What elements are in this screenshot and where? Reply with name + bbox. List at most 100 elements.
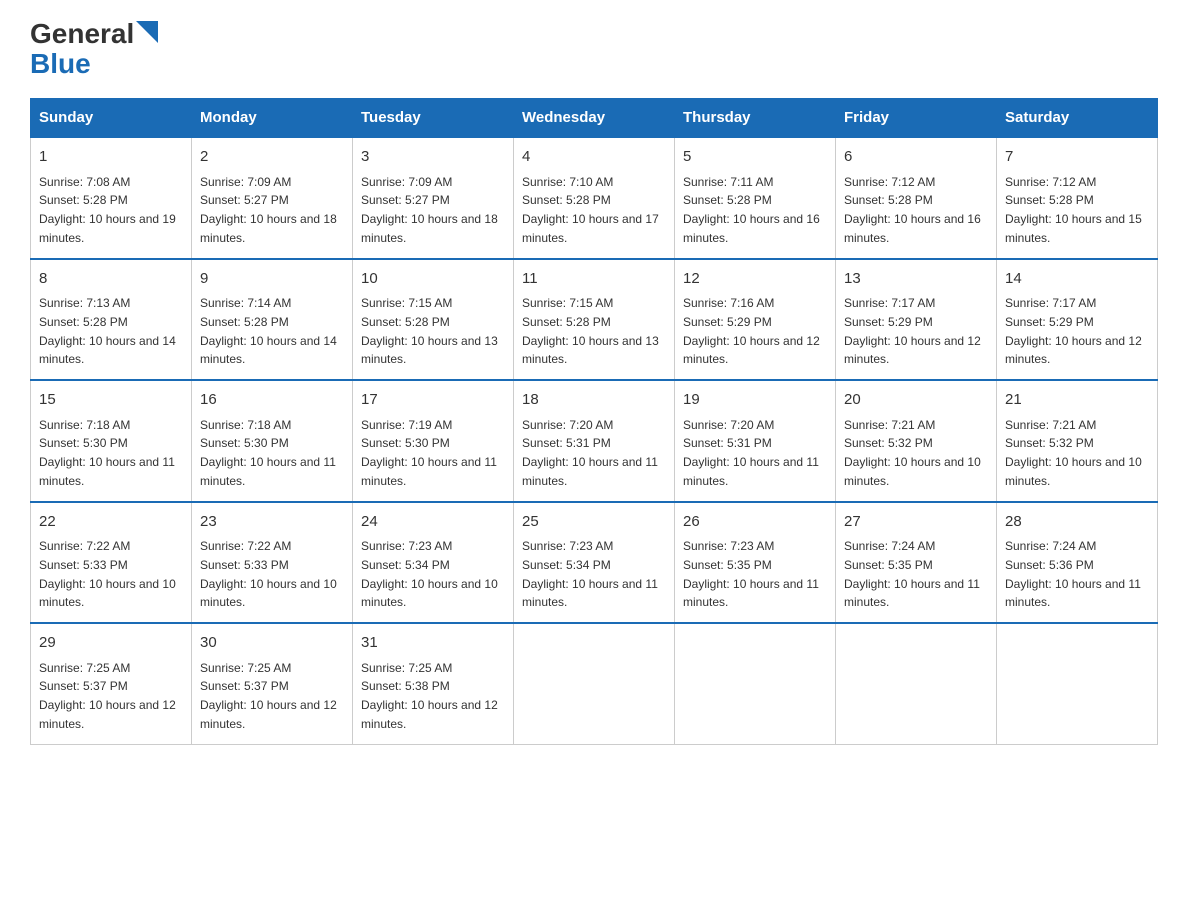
day-info: Sunrise: 7:21 AMSunset: 5:32 PMDaylight:…: [1005, 418, 1142, 488]
day-number: 25: [522, 511, 666, 534]
day-number: 28: [1005, 511, 1149, 534]
calendar-cell: 3 Sunrise: 7:09 AMSunset: 5:27 PMDaylight…: [353, 137, 514, 259]
calendar-cell: [997, 623, 1158, 744]
day-info: Sunrise: 7:24 AMSunset: 5:36 PMDaylight:…: [1005, 539, 1141, 609]
day-info: Sunrise: 7:09 AMSunset: 5:27 PMDaylight:…: [200, 175, 337, 245]
day-number: 30: [200, 632, 344, 655]
calendar-cell: 4 Sunrise: 7:10 AMSunset: 5:28 PMDaylight…: [514, 137, 675, 259]
calendar-cell: 26Sunrise: 7:23 AMSunset: 5:35 PMDayligh…: [675, 502, 836, 624]
day-number: 20: [844, 389, 988, 412]
calendar-cell: 9 Sunrise: 7:14 AMSunset: 5:28 PMDaylight…: [192, 259, 353, 381]
calendar-cell: 5 Sunrise: 7:11 AMSunset: 5:28 PMDaylight…: [675, 137, 836, 259]
calendar-header: SundayMondayTuesdayWednesdayThursdayFrid…: [31, 99, 1158, 138]
day-info: Sunrise: 7:08 AMSunset: 5:28 PMDaylight:…: [39, 175, 176, 245]
header: General Blue: [30, 20, 1158, 80]
day-info: Sunrise: 7:11 AMSunset: 5:28 PMDaylight:…: [683, 175, 820, 245]
header-cell-tuesday: Tuesday: [353, 99, 514, 138]
header-cell-wednesday: Wednesday: [514, 99, 675, 138]
day-number: 16: [200, 389, 344, 412]
day-number: 7: [1005, 146, 1149, 169]
day-info: Sunrise: 7:17 AMSunset: 5:29 PMDaylight:…: [1005, 296, 1142, 366]
calendar-cell: 15 Sunrise: 7:18 AMSunset: 5:30 PMDayligh…: [31, 380, 192, 502]
day-info: Sunrise: 7:25 AMSunset: 5:37 PMDaylight:…: [39, 661, 176, 731]
calendar-week-3: 15 Sunrise: 7:18 AMSunset: 5:30 PMDayligh…: [31, 380, 1158, 502]
calendar-cell: 28 Sunrise: 7:24 AMSunset: 5:36 PMDayligh…: [997, 502, 1158, 624]
calendar-cell: 8Sunrise: 7:13 AMSunset: 5:28 PMDaylight…: [31, 259, 192, 381]
day-number: 3: [361, 146, 505, 169]
day-number: 8: [39, 268, 183, 291]
calendar-cell: 6 Sunrise: 7:12 AMSunset: 5:28 PMDaylight…: [836, 137, 997, 259]
day-number: 5: [683, 146, 827, 169]
calendar-cell: 24Sunrise: 7:23 AMSunset: 5:34 PMDayligh…: [353, 502, 514, 624]
day-number: 29: [39, 632, 183, 655]
calendar-cell: 21 Sunrise: 7:21 AMSunset: 5:32 PMDayligh…: [997, 380, 1158, 502]
day-number: 13: [844, 268, 988, 291]
calendar-cell: 29 Sunrise: 7:25 AMSunset: 5:37 PMDayligh…: [31, 623, 192, 744]
day-number: 27: [844, 511, 988, 534]
calendar-cell: [836, 623, 997, 744]
day-info: Sunrise: 7:16 AMSunset: 5:29 PMDaylight:…: [683, 296, 820, 366]
calendar-cell: 11 Sunrise: 7:15 AMSunset: 5:28 PMDayligh…: [514, 259, 675, 381]
calendar-cell: 20Sunrise: 7:21 AMSunset: 5:32 PMDayligh…: [836, 380, 997, 502]
calendar-body: 1 Sunrise: 7:08 AMSunset: 5:28 PMDaylight…: [31, 137, 1158, 744]
day-info: Sunrise: 7:22 AMSunset: 5:33 PMDaylight:…: [200, 539, 337, 609]
day-info: Sunrise: 7:23 AMSunset: 5:35 PMDaylight:…: [683, 539, 819, 609]
calendar-cell: 7Sunrise: 7:12 AMSunset: 5:28 PMDaylight…: [997, 137, 1158, 259]
calendar-cell: 18 Sunrise: 7:20 AMSunset: 5:31 PMDayligh…: [514, 380, 675, 502]
calendar-cell: 25 Sunrise: 7:23 AMSunset: 5:34 PMDayligh…: [514, 502, 675, 624]
day-info: Sunrise: 7:15 AMSunset: 5:28 PMDaylight:…: [522, 296, 659, 366]
day-info: Sunrise: 7:14 AMSunset: 5:28 PMDaylight:…: [200, 296, 337, 366]
calendar-cell: 2Sunrise: 7:09 AMSunset: 5:27 PMDaylight…: [192, 137, 353, 259]
header-cell-friday: Friday: [836, 99, 997, 138]
calendar-cell: 22Sunrise: 7:22 AMSunset: 5:33 PMDayligh…: [31, 502, 192, 624]
calendar-cell: 13 Sunrise: 7:17 AMSunset: 5:29 PMDayligh…: [836, 259, 997, 381]
calendar-cell: 23 Sunrise: 7:22 AMSunset: 5:33 PMDayligh…: [192, 502, 353, 624]
day-info: Sunrise: 7:24 AMSunset: 5:35 PMDaylight:…: [844, 539, 980, 609]
day-info: Sunrise: 7:15 AMSunset: 5:28 PMDaylight:…: [361, 296, 498, 366]
day-info: Sunrise: 7:25 AMSunset: 5:38 PMDaylight:…: [361, 661, 498, 731]
day-info: Sunrise: 7:12 AMSunset: 5:28 PMDaylight:…: [844, 175, 981, 245]
calendar-cell: 17 Sunrise: 7:19 AMSunset: 5:30 PMDayligh…: [353, 380, 514, 502]
calendar-cell: 30Sunrise: 7:25 AMSunset: 5:37 PMDayligh…: [192, 623, 353, 744]
day-number: 15: [39, 389, 183, 412]
day-number: 4: [522, 146, 666, 169]
logo-arrow-icon: [136, 21, 158, 43]
header-cell-sunday: Sunday: [31, 99, 192, 138]
day-number: 22: [39, 511, 183, 534]
day-info: Sunrise: 7:23 AMSunset: 5:34 PMDaylight:…: [361, 539, 498, 609]
day-info: Sunrise: 7:17 AMSunset: 5:29 PMDaylight:…: [844, 296, 981, 366]
day-number: 31: [361, 632, 505, 655]
logo-blue: Blue: [30, 48, 91, 79]
day-number: 11: [522, 268, 666, 291]
day-number: 6: [844, 146, 988, 169]
day-info: Sunrise: 7:23 AMSunset: 5:34 PMDaylight:…: [522, 539, 658, 609]
header-cell-monday: Monday: [192, 99, 353, 138]
calendar-week-5: 29 Sunrise: 7:25 AMSunset: 5:37 PMDayligh…: [31, 623, 1158, 744]
calendar-cell: 19Sunrise: 7:20 AMSunset: 5:31 PMDayligh…: [675, 380, 836, 502]
logo-general: General: [30, 20, 134, 48]
day-info: Sunrise: 7:09 AMSunset: 5:27 PMDaylight:…: [361, 175, 498, 245]
day-info: Sunrise: 7:18 AMSunset: 5:30 PMDaylight:…: [39, 418, 175, 488]
day-number: 17: [361, 389, 505, 412]
calendar-cell: 12Sunrise: 7:16 AMSunset: 5:29 PMDayligh…: [675, 259, 836, 381]
day-number: 21: [1005, 389, 1149, 412]
calendar-cell: [514, 623, 675, 744]
day-number: 9: [200, 268, 344, 291]
day-number: 23: [200, 511, 344, 534]
calendar-cell: 1 Sunrise: 7:08 AMSunset: 5:28 PMDaylight…: [31, 137, 192, 259]
day-number: 14: [1005, 268, 1149, 291]
day-info: Sunrise: 7:10 AMSunset: 5:28 PMDaylight:…: [522, 175, 659, 245]
header-row: SundayMondayTuesdayWednesdayThursdayFrid…: [31, 99, 1158, 138]
calendar-cell: 14 Sunrise: 7:17 AMSunset: 5:29 PMDayligh…: [997, 259, 1158, 381]
calendar-cell: 27 Sunrise: 7:24 AMSunset: 5:35 PMDayligh…: [836, 502, 997, 624]
day-info: Sunrise: 7:20 AMSunset: 5:31 PMDaylight:…: [522, 418, 658, 488]
day-info: Sunrise: 7:19 AMSunset: 5:30 PMDaylight:…: [361, 418, 497, 488]
calendar-table: SundayMondayTuesdayWednesdayThursdayFrid…: [30, 98, 1158, 745]
day-number: 18: [522, 389, 666, 412]
calendar-week-2: 8Sunrise: 7:13 AMSunset: 5:28 PMDaylight…: [31, 259, 1158, 381]
header-cell-thursday: Thursday: [675, 99, 836, 138]
day-number: 19: [683, 389, 827, 412]
calendar-week-4: 22 Sunrise: 7:22 AMSunset: 5:33 PMDayligh…: [31, 502, 1158, 624]
calendar-week-1: 1 Sunrise: 7:08 AMSunset: 5:28 PMDaylight…: [31, 137, 1158, 259]
day-number: 1: [39, 146, 183, 169]
